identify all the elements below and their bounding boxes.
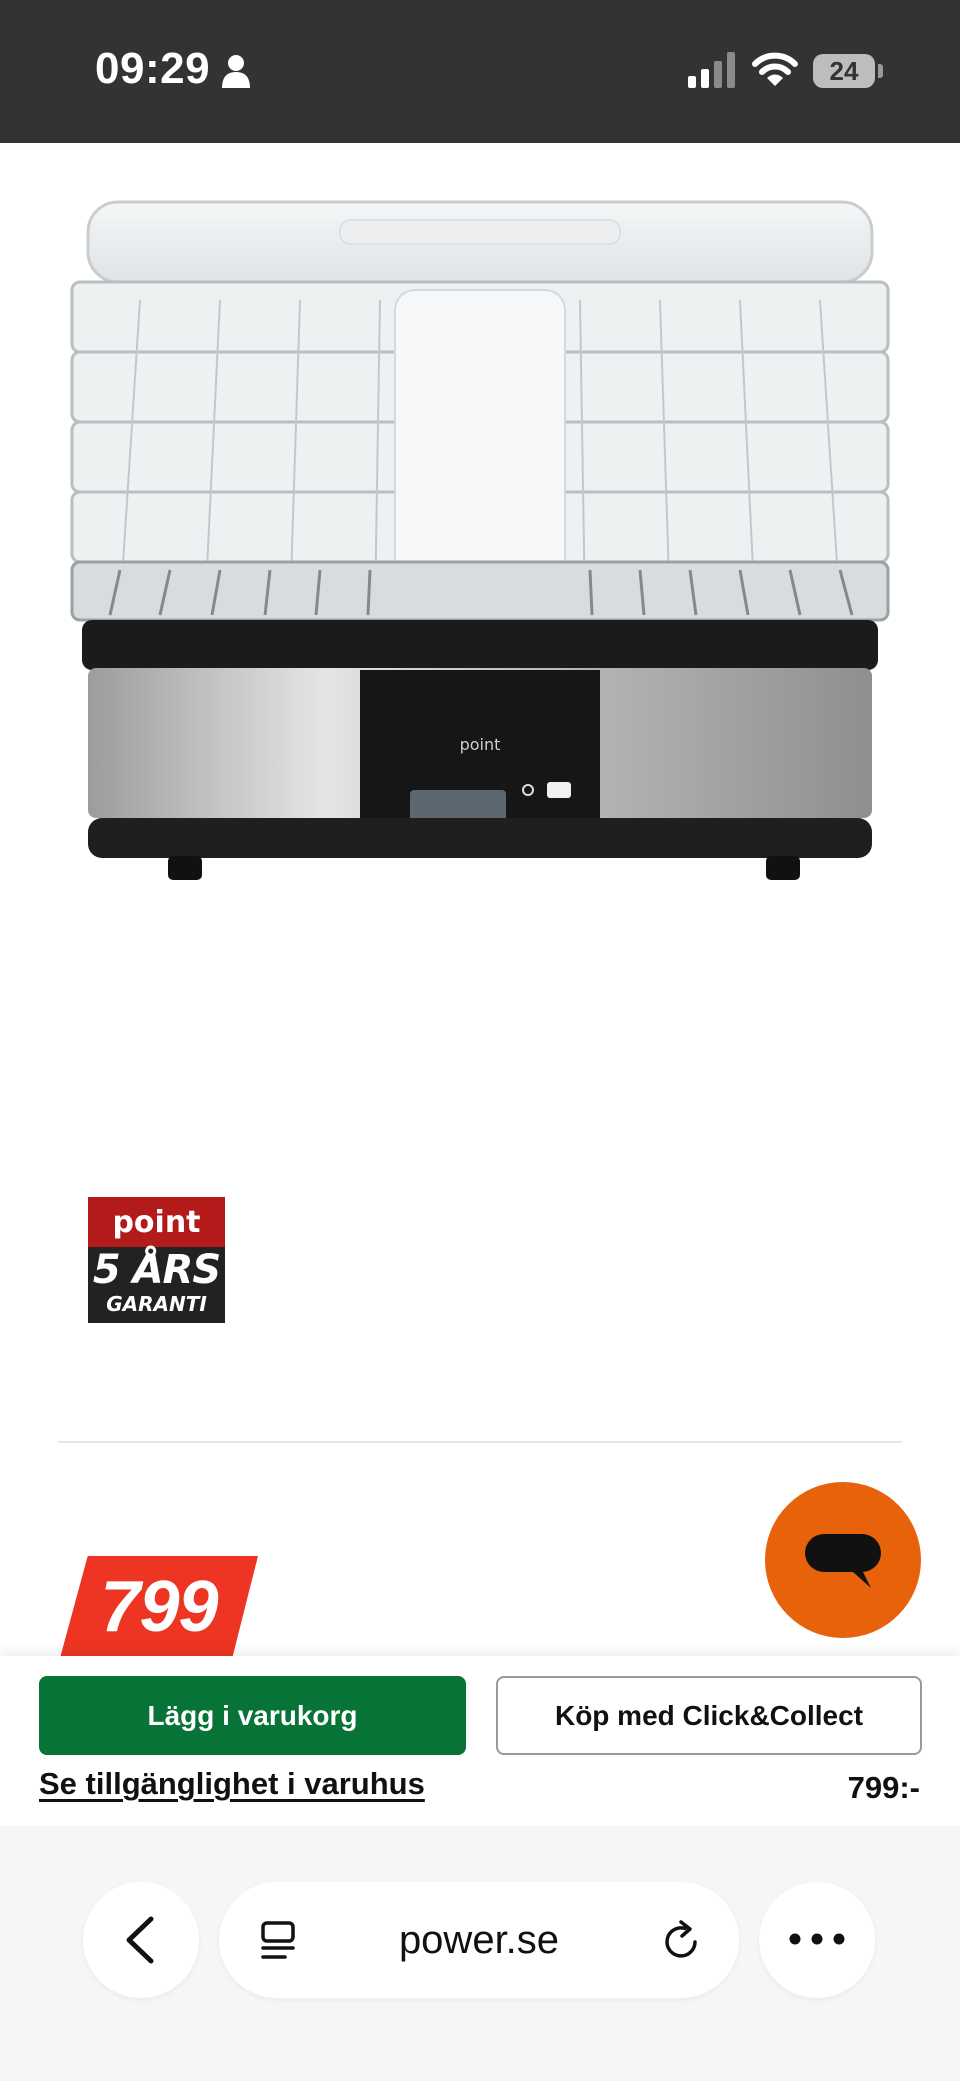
store-availability-link[interactable]: Se tillgänglighet i varuhus — [39, 1766, 425, 1802]
device-brand: point — [460, 735, 501, 754]
add-to-cart-button[interactable]: Lägg i varukorg — [39, 1676, 466, 1755]
badge-years: 5 ÅRS — [92, 1247, 221, 1293]
product-image[interactable]: point — [60, 190, 900, 930]
more-icon — [789, 1933, 845, 1945]
action-panel: Lägg i varukorg Köp med Click&Collect Se… — [0, 1656, 960, 1826]
badge-garanti: GARANTI — [106, 1292, 207, 1316]
back-button[interactable] — [83, 1882, 199, 1998]
click-collect-button[interactable]: Köp med Click&Collect — [496, 1676, 922, 1755]
status-time: 09:29 — [95, 44, 211, 93]
person-icon — [222, 55, 250, 88]
panel-price: 799:- — [847, 1770, 920, 1805]
price-tag: 799 — [60, 1556, 258, 1658]
badge-warranty: 5 ÅRS GARANTI — [88, 1247, 225, 1323]
badge-brand: point — [88, 1197, 225, 1247]
status-bar: 09:29 24 — [0, 0, 960, 143]
wifi-icon — [752, 52, 798, 86]
url-bar[interactable]: power.se — [219, 1882, 739, 1998]
warranty-badge: point 5 ÅRS GARANTI — [88, 1197, 225, 1323]
battery-icon: 24 — [813, 54, 875, 88]
battery-level: 24 — [829, 56, 859, 86]
divider — [58, 1441, 902, 1443]
battery-cap — [878, 64, 883, 78]
signal-icon — [688, 52, 735, 88]
chat-icon — [805, 1534, 881, 1588]
browser-bar: power.se — [0, 1826, 960, 2081]
back-icon — [126, 1916, 154, 1964]
reload-icon[interactable] — [661, 1920, 703, 1964]
price-tag-value: 799 — [100, 1567, 218, 1647]
more-button[interactable] — [759, 1882, 875, 1998]
chat-button[interactable] — [765, 1482, 921, 1638]
